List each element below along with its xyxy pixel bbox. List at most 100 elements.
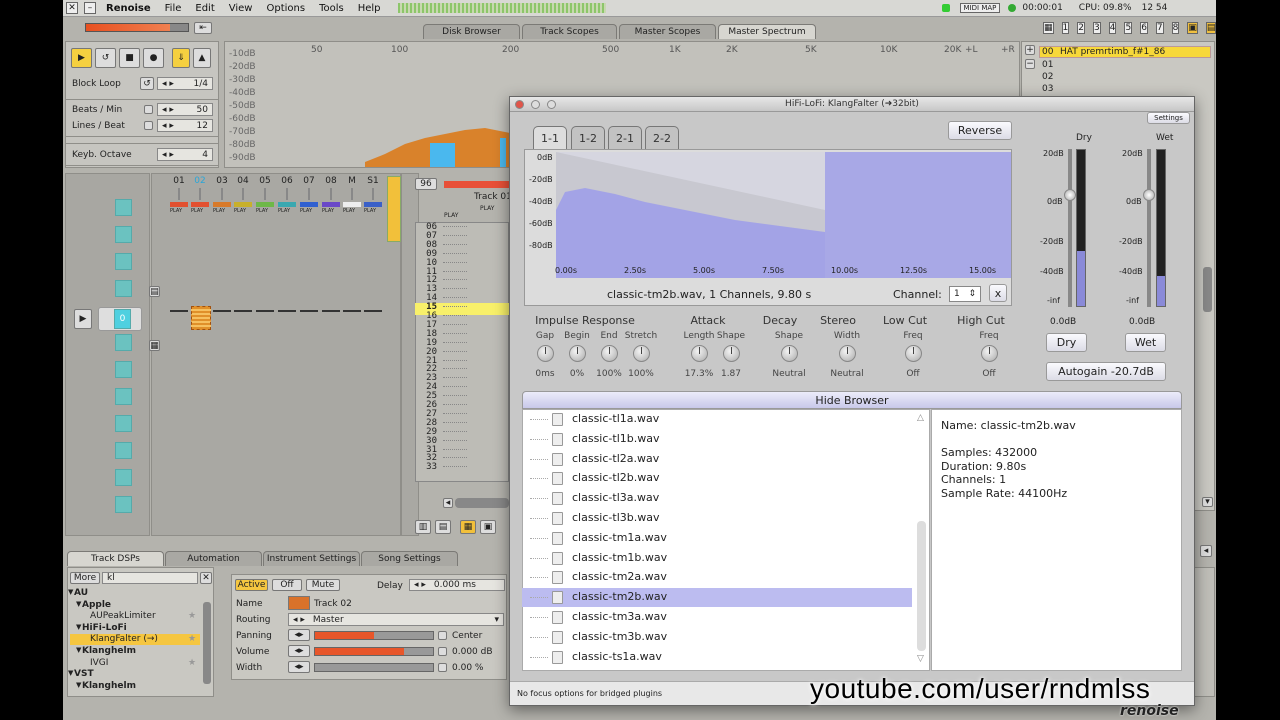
browser-scroll-up-icon[interactable]: △	[917, 413, 924, 423]
panning-slider[interactable]	[314, 631, 434, 640]
volume-arrows-icon[interactable]: ◂▸	[288, 645, 310, 657]
file-list-item[interactable]: classic-tm3a.wav	[522, 608, 912, 627]
file-list-item[interactable]: classic-tl1a.wav	[522, 410, 912, 429]
track-play-label[interactable]: PLAY	[213, 208, 225, 214]
dsp-chain-scroll-icon[interactable]: ◂	[1200, 545, 1212, 557]
lines-checkbox[interactable]	[144, 121, 153, 130]
sequence-pattern-cell[interactable]	[115, 199, 132, 216]
minimize-icon[interactable]: –	[84, 2, 96, 14]
tab-song-settings[interactable]: Song Settings	[361, 551, 458, 566]
matrix-slot[interactable]	[322, 310, 340, 312]
menu-options[interactable]: Options	[259, 3, 312, 14]
dsp-scrollbar[interactable]	[203, 602, 211, 684]
instrument-slot-number[interactable]: 01	[1042, 60, 1053, 70]
instrument-remove-icon[interactable]: −	[1025, 59, 1035, 69]
track-header-label[interactable]: 07	[299, 176, 319, 186]
pattern-hscrollbar[interactable]	[455, 498, 509, 508]
matrix-slot[interactable]	[300, 310, 318, 312]
lines-field[interactable]: ◂ ▸ 12	[157, 119, 213, 132]
menu-help[interactable]: Help	[351, 3, 388, 14]
dsp-list-item[interactable]: KlangFalter (→) ★	[70, 634, 200, 646]
volume-slider[interactable]	[314, 647, 434, 656]
more-button[interactable]: More	[70, 572, 100, 584]
browser-scroll-down-icon[interactable]: ▽	[917, 654, 924, 664]
pattern-row-number[interactable]: 09	[415, 249, 437, 259]
tab-track-dsps[interactable]: Track DSPs	[67, 551, 164, 566]
settings-button[interactable]: Settings	[1147, 112, 1190, 124]
window-minimize-icon[interactable]	[531, 100, 540, 109]
instrument-slot-number[interactable]: 02	[1042, 72, 1053, 82]
file-list-item[interactable]: classic-tm2a.wav	[522, 568, 912, 587]
matrix-slot[interactable]	[343, 310, 361, 312]
slot-1-icon[interactable]: 1	[1061, 22, 1070, 34]
menu-app[interactable]: Renoise	[99, 3, 158, 14]
dsp-list-item[interactable]: Klanghelm ▼	[70, 681, 200, 692]
instrument-scrollbar[interactable]	[1203, 267, 1212, 312]
dsp-search-input[interactable]: kl	[102, 572, 198, 584]
favorite-star-icon[interactable]: ★	[188, 658, 196, 668]
off-button[interactable]: Off	[272, 579, 302, 591]
record-button[interactable]: ●	[143, 48, 164, 68]
mute-button[interactable]: Mute	[306, 579, 340, 591]
track-header-label[interactable]: 08	[321, 176, 341, 186]
stop-button[interactable]: ■	[119, 48, 140, 68]
follow-button[interactable]: ⇓	[172, 48, 190, 68]
menu-tools[interactable]: Tools	[312, 3, 351, 14]
expand-arrow-icon[interactable]: ▼	[76, 646, 81, 654]
hide-browser-button[interactable]: Hide Browser	[522, 391, 1182, 409]
slot-3-icon[interactable]: 3	[1092, 22, 1101, 34]
clear-search-icon[interactable]: ✕	[200, 572, 212, 584]
tab-master-scopes[interactable]: Master Scopes	[619, 24, 716, 39]
pattern-clone-icon[interactable]: ▤	[149, 286, 160, 297]
knob[interactable]	[691, 345, 708, 362]
tab-disk-browser[interactable]: Disk Browser	[423, 24, 520, 39]
tab-1-1[interactable]: 1-1	[533, 126, 567, 149]
knob[interactable]	[723, 345, 740, 362]
block-loop-value[interactable]: ◂ ▸ 1/4	[157, 77, 213, 90]
grid-icon[interactable]: ▦	[1043, 22, 1054, 34]
file-list-item[interactable]: classic-tl2a.wav	[522, 450, 912, 469]
slot-6-icon[interactable]: 6	[1140, 22, 1148, 34]
track-header-label[interactable]: 06	[277, 176, 297, 186]
favorite-star-icon[interactable]: ★	[188, 611, 196, 621]
scroll-down-icon[interactable]: ▾	[1202, 497, 1213, 507]
width-arrows-icon[interactable]: ◂▸	[288, 661, 310, 673]
view-mode-2-icon[interactable]: ▤	[435, 520, 451, 534]
matrix-slot[interactable]	[278, 310, 296, 312]
sequence-pattern-cell[interactable]	[115, 415, 132, 432]
knob[interactable]	[981, 345, 998, 362]
save-icon[interactable]: ▤	[1205, 22, 1216, 34]
track-play-label[interactable]: PLAY	[256, 208, 268, 214]
track-header-label[interactable]: 05	[255, 176, 275, 186]
pattern-row-number[interactable]: 29	[415, 427, 437, 437]
delay-field[interactable]: ◂ ▸ 0.000 ms	[409, 579, 505, 591]
slot-7-icon[interactable]: 7	[1155, 22, 1164, 34]
sequence-pattern-cell[interactable]	[115, 442, 132, 459]
width-checkbox[interactable]	[438, 663, 447, 672]
matrix-slot[interactable]	[364, 310, 382, 312]
track-header-label[interactable]: 01	[169, 176, 189, 186]
wet-button[interactable]: Wet	[1125, 333, 1166, 352]
sequence-pattern-cell[interactable]	[115, 388, 132, 405]
knob[interactable]	[601, 345, 618, 362]
close-icon[interactable]: ✕	[66, 2, 78, 14]
current-pattern[interactable]: 0	[114, 309, 131, 329]
menu-file[interactable]: File	[158, 3, 189, 14]
loop-button[interactable]: ↺	[95, 48, 116, 68]
beats-checkbox[interactable]	[144, 105, 153, 114]
tab-track-scopes[interactable]: Track Scopes	[522, 24, 617, 39]
reverse-button[interactable]: Reverse	[948, 121, 1012, 140]
sequence-pattern-cell[interactable]	[115, 226, 132, 243]
file-list-item[interactable]: classic-tm3b.wav	[522, 628, 912, 647]
sequence-pattern-cell[interactable]	[115, 361, 132, 378]
pattern-row-number[interactable]: 19	[415, 338, 437, 348]
dsp-list-item[interactable]: HiFi-LoFi ▼	[70, 623, 200, 634]
track-01-play[interactable]: PLAY	[480, 205, 494, 212]
panning-checkbox[interactable]	[438, 631, 447, 640]
file-list-item[interactable]: classic-tl1b.wav	[522, 430, 912, 449]
menu-view[interactable]: View	[222, 3, 260, 14]
track-header-label[interactable]: 03	[212, 176, 232, 186]
track-header-label[interactable]: 02	[190, 176, 210, 186]
menu-edit[interactable]: Edit	[188, 3, 221, 14]
file-list-item[interactable]: classic-tm1b.wav	[522, 549, 912, 568]
